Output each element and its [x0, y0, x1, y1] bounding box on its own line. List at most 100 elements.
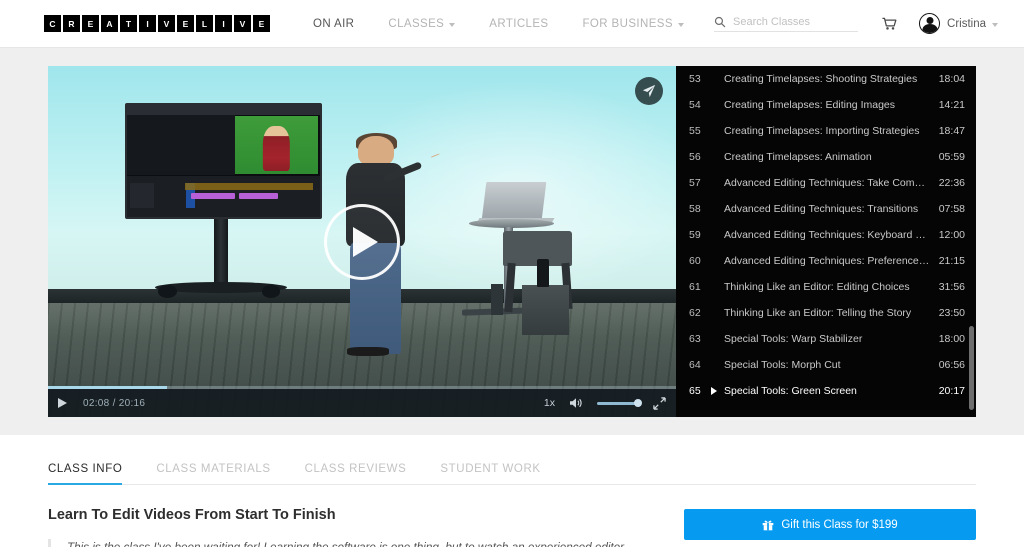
timeline-clip: [239, 193, 278, 200]
playlist-item-number: 64: [689, 359, 701, 371]
avatar[interactable]: [919, 13, 941, 34]
playback-speed-button[interactable]: 1x: [544, 397, 555, 409]
class-info-content: Learn To Edit Videos From Start To Finis…: [48, 485, 976, 547]
logo-letter: I: [139, 15, 156, 32]
timeline-clip: [190, 193, 236, 200]
tab-student-work[interactable]: STUDENT WORK: [440, 463, 540, 484]
chevron-down-icon[interactable]: [992, 22, 998, 27]
video-playlist[interactable]: 53 Creating Timelapses: Shooting Strateg…: [676, 66, 976, 417]
play-button[interactable]: [58, 398, 67, 408]
playlist-item-title: Special Tools: Morph Cut: [724, 359, 841, 371]
playlist-item-duration: 07:58: [938, 203, 965, 215]
search-input[interactable]: [733, 15, 846, 28]
instructor-head: [358, 136, 395, 167]
playlist-item-title: Creating Timelapses: Editing Images: [724, 99, 895, 111]
playlist-item[interactable]: 62 Thinking Like an Editor: Telling the …: [676, 300, 976, 326]
logo-letter: V: [234, 15, 251, 32]
laptop-screen: [482, 181, 547, 221]
playlist-item[interactable]: 64 Special Tools: Morph Cut 06:56: [676, 352, 976, 378]
playlist-item-duration: 12:00: [938, 229, 965, 241]
nav-item-on-air[interactable]: ON AIR: [296, 18, 371, 30]
player-shell: 02:08 / 20:16 1x 53 Creating Timelapses:…: [48, 66, 976, 417]
playlist-item[interactable]: 59 Advanced Editing Techniques: Keyboard…: [676, 222, 976, 248]
playlist-item-number: 57: [689, 177, 701, 189]
playlist-item[interactable]: 54 Creating Timelapses: Editing Images 1…: [676, 92, 976, 118]
tab-class-reviews[interactable]: CLASS REVIEWS: [305, 463, 407, 484]
playlist-item-title: Special Tools: Green Screen: [724, 385, 857, 397]
playlist-scrollbar-thumb[interactable]: [969, 325, 974, 410]
play-icon[interactable]: [324, 203, 400, 280]
editor-project-bin: [130, 183, 154, 208]
playlist-item-number: 61: [689, 281, 701, 293]
logo-letter: T: [120, 15, 137, 32]
progress-fill: [48, 386, 168, 389]
studio-monitor: [124, 102, 323, 219]
volume-icon[interactable]: [569, 397, 583, 409]
playlist-item-duration: 21:15: [938, 255, 965, 267]
site-header: C R E A T I V E L I V E ON AIR CLASSES A…: [0, 0, 1024, 48]
playlist-item-number: 59: [689, 229, 701, 241]
playlist-item-title: Advanced Editing Techniques: Transitions: [724, 203, 919, 215]
progress-bar[interactable]: [48, 386, 676, 389]
playlist-item-title: Thinking Like an Editor: Editing Choices: [724, 281, 910, 293]
gift-class-button[interactable]: Gift this Class for $199: [684, 509, 976, 540]
playlist-item-title: Advanced Editing Techniques: Take Com…: [724, 177, 925, 189]
class-purchase-column: Gift this Class for $199 GET $15: [684, 507, 976, 547]
playlist-item[interactable]: 63 Special Tools: Warp Stabilizer 18:00: [676, 326, 976, 352]
playlist-item-number: 62: [689, 307, 701, 319]
monitor-stand-post: [213, 218, 228, 286]
editor-source-panel: [126, 114, 236, 176]
monitor-stand-wheel: [157, 285, 177, 298]
nav-item-for-business[interactable]: FOR BUSINESS: [565, 18, 700, 30]
player-controls: 02:08 / 20:16 1x: [48, 386, 676, 417]
username-label: Cristina: [947, 17, 986, 30]
playlist-item[interactable]: 61 Thinking Like an Editor: Editing Choi…: [676, 274, 976, 300]
playlist-item-number: 60: [689, 255, 701, 267]
playlist-item[interactable]: 58 Advanced Editing Techniques: Transiti…: [676, 196, 976, 222]
playlist-item-number: 63: [689, 333, 701, 345]
playlist-item-duration: 23:50: [938, 307, 965, 319]
nav-label: ON AIR: [313, 17, 355, 30]
playlist-item-title: Thinking Like an Editor: Telling the Sto…: [724, 307, 912, 319]
playlist-item-active[interactable]: 65 Special Tools: Green Screen 20:17: [676, 378, 976, 404]
player-controls-right: 1x: [544, 396, 666, 410]
playlist-item[interactable]: 55 Creating Timelapses: Importing Strate…: [676, 118, 976, 144]
fullscreen-icon[interactable]: [653, 396, 666, 410]
playlist-item-duration: 05:59: [938, 151, 965, 163]
nav-item-classes[interactable]: CLASSES: [371, 18, 472, 30]
greenscreen-subject: [263, 126, 290, 171]
volume-slider[interactable]: [597, 399, 642, 407]
playlist-item-number: 56: [689, 151, 701, 163]
playlist-item[interactable]: 53 Creating Timelapses: Shooting Strateg…: [676, 66, 976, 92]
page-title: Learn To Edit Videos From Start To Finis…: [48, 507, 336, 523]
playlist-item[interactable]: 56 Creating Timelapses: Animation 05:59: [676, 144, 976, 170]
playlist-item-duration: 18:04: [938, 73, 965, 85]
nav-item-articles[interactable]: ARTICLES: [472, 18, 565, 30]
playlist-item-title: Creating Timelapses: Importing Strategie…: [724, 125, 920, 137]
playlist-item-title: Creating Timelapses: Animation: [724, 151, 872, 163]
playlist-scrollbar[interactable]: [969, 66, 974, 417]
search-icon: [714, 16, 726, 27]
tab-class-info[interactable]: CLASS INFO: [48, 463, 123, 485]
playlist-item-duration: 22:36: [938, 177, 965, 189]
playlist-item[interactable]: 57 Advanced Editing Techniques: Take Com…: [676, 170, 976, 196]
nav-label: CLASSES: [388, 17, 445, 30]
editor-menubar: [126, 104, 321, 115]
logo-letter: C: [44, 15, 61, 32]
time-display: 02:08 / 20:16: [83, 397, 146, 409]
cart-icon[interactable]: [882, 17, 897, 31]
creativelive-logo[interactable]: C R E A T I V E L I V E: [44, 15, 270, 32]
playlist-item[interactable]: 60 Advanced Editing Techniques: Preferen…: [676, 248, 976, 274]
share-paper-plane-icon[interactable]: [635, 77, 663, 105]
logo-letter: E: [82, 15, 99, 32]
editor-greenscreen-preview: [235, 116, 318, 175]
editor-track-header: [184, 183, 313, 190]
search-box[interactable]: [714, 15, 859, 32]
volume-knob[interactable]: [634, 399, 642, 407]
gift-icon: [763, 520, 774, 530]
nav-label: ARTICLES: [489, 17, 549, 30]
playlist-item-number: 58: [689, 203, 701, 215]
video-player[interactable]: 02:08 / 20:16 1x: [48, 66, 676, 417]
tab-class-materials[interactable]: CLASS MATERIALS: [156, 463, 270, 484]
logo-letter: R: [63, 15, 80, 32]
